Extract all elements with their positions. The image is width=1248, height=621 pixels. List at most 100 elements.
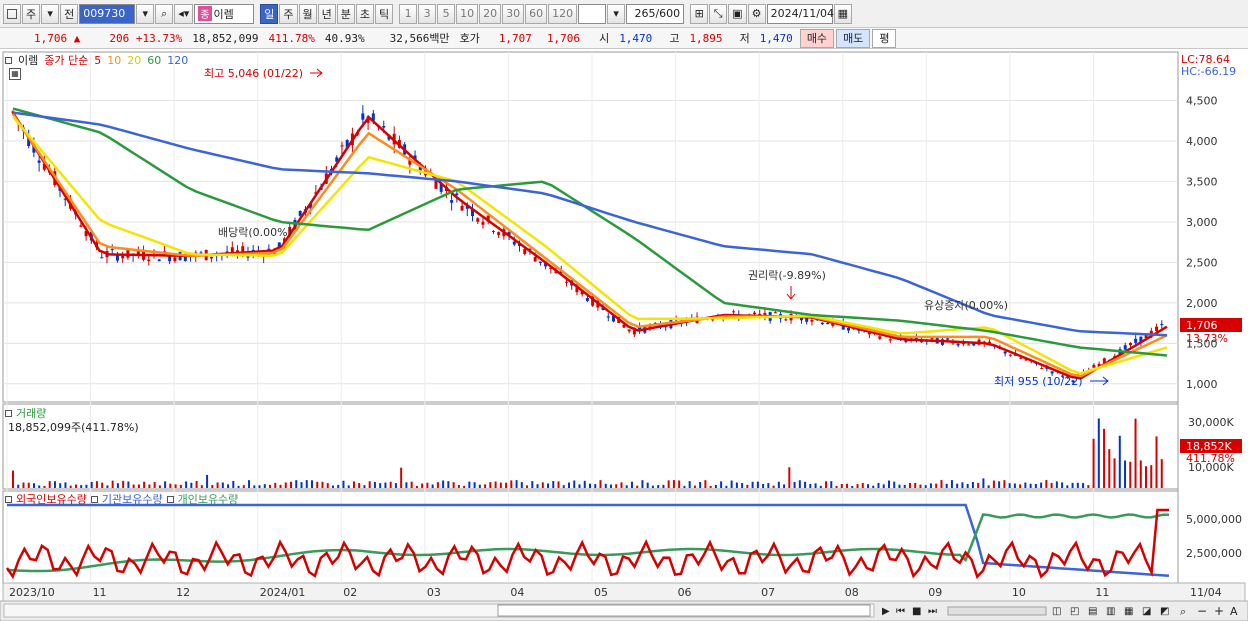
- interval-30[interactable]: 30: [502, 3, 525, 24]
- period-select[interactable]: 주: [22, 3, 41, 24]
- volume-bar: [547, 483, 550, 488]
- volume-bar: [421, 483, 424, 488]
- speaker-icon[interactable]: ◂▾: [174, 3, 194, 24]
- date-input[interactable]: 2024/11/04: [766, 3, 834, 24]
- legend-inst[interactable]: 기관보유수량: [102, 491, 163, 507]
- candle-body: [460, 205, 464, 211]
- interval-120[interactable]: 120: [548, 3, 578, 24]
- flat-button[interactable]: 평: [872, 28, 897, 48]
- interval-60[interactable]: 60: [525, 3, 548, 24]
- price-tick-label: 1,000: [1186, 378, 1218, 391]
- count-field[interactable]: 265/600: [626, 3, 685, 24]
- volume-bar: [1124, 460, 1127, 488]
- zoom-reset-icon[interactable]: ◰: [1070, 606, 1079, 617]
- tab-minute[interactable]: 분: [336, 3, 355, 24]
- tab-year[interactable]: 년: [317, 3, 336, 24]
- date-tick-label: 2024/01: [260, 586, 306, 599]
- grid-toggle-icon[interactable]: ▦: [9, 68, 21, 80]
- price-chart[interactable]: 4,5004,0003,5003,0002,5002,0001,5001,000…: [0, 50, 1248, 621]
- scroll-right-icon[interactable]: ▶: [882, 606, 890, 617]
- ownership-panel-toggle-icon[interactable]: [5, 495, 12, 503]
- stop-icon[interactable]: ■: [912, 606, 921, 617]
- stock-name-field[interactable]: 종 이렘: [194, 3, 255, 24]
- stock-code-input[interactable]: 009730: [79, 3, 136, 24]
- legend-ma5[interactable]: 5: [94, 54, 101, 67]
- zoom-slider[interactable]: [947, 606, 1047, 616]
- volume-bar: [604, 483, 607, 488]
- overlay-icon[interactable]: ◪: [1142, 606, 1151, 617]
- capture-icon[interactable]: ◩: [1160, 606, 1169, 617]
- interval-10[interactable]: 10: [456, 3, 479, 24]
- volume-bar: [777, 481, 780, 488]
- volume-bar: [646, 482, 649, 488]
- tab-tick[interactable]: 틱: [375, 3, 394, 24]
- candle-type-icon[interactable]: ⊞: [690, 3, 709, 24]
- interval-5[interactable]: 5: [437, 3, 456, 24]
- save-icon[interactable]: ▣: [728, 3, 747, 24]
- window-icon[interactable]: [3, 3, 21, 24]
- zoom-fit-icon[interactable]: ◫: [1052, 606, 1061, 617]
- stock-type-badge: 종: [198, 6, 212, 21]
- candle-body: [37, 160, 41, 163]
- layout-icon[interactable]: ▥: [1106, 606, 1115, 617]
- volume-bar: [95, 481, 98, 488]
- tab-second[interactable]: 초: [355, 3, 375, 24]
- legend-ma120[interactable]: 120: [167, 54, 188, 67]
- date-tick-label: 11: [93, 586, 107, 599]
- font-size-icon[interactable]: A: [1230, 605, 1238, 618]
- volume-bar: [274, 482, 277, 488]
- legend-indiv[interactable]: 개인보유수량: [178, 491, 239, 507]
- sell-button[interactable]: 매도: [836, 28, 871, 48]
- legend-foreign[interactable]: 외국인보유수량: [16, 491, 87, 507]
- zoom-in-icon[interactable]: +: [1214, 604, 1224, 618]
- volume-bar: [741, 483, 744, 488]
- interval-dropdown-icon[interactable]: ▾: [607, 3, 626, 24]
- tab-month[interactable]: 월: [298, 3, 317, 24]
- volume-bar: [510, 480, 513, 488]
- panel-toggle-icon[interactable]: [5, 56, 12, 64]
- volume-bar: [400, 467, 403, 488]
- volume-bar: [153, 482, 156, 488]
- volume-bar: [788, 467, 791, 488]
- interval-3[interactable]: 3: [418, 3, 437, 24]
- zoom-out-icon[interactable]: −: [1197, 604, 1207, 618]
- grid-icon[interactable]: ▦: [1124, 606, 1133, 617]
- prev-button[interactable]: 전: [60, 3, 79, 24]
- volume-bar: [872, 485, 875, 488]
- buy-button[interactable]: 매수: [799, 28, 835, 48]
- interval-1[interactable]: 1: [399, 3, 418, 24]
- volume-bar: [69, 485, 72, 488]
- draw-tool-icon[interactable]: ⤡: [709, 3, 728, 24]
- price-tick-label: 3,000: [1186, 216, 1218, 229]
- interval-custom-input[interactable]: [578, 3, 607, 24]
- legend-ma60[interactable]: 60: [147, 54, 161, 67]
- zoom-area-icon[interactable]: ▤: [1088, 606, 1097, 617]
- volume-bar: [1013, 483, 1016, 488]
- legend-ma20[interactable]: 20: [127, 54, 141, 67]
- candle-body: [533, 257, 537, 262]
- volume-bar: [589, 483, 591, 488]
- calendar-icon[interactable]: ▦: [833, 3, 852, 24]
- volume-bar: [1034, 483, 1037, 488]
- inst-toggle-icon[interactable]: [90, 495, 98, 503]
- tab-day[interactable]: 일: [260, 3, 279, 24]
- scroll-first-icon[interactable]: ⏮: [896, 606, 905, 617]
- indiv-toggle-icon[interactable]: [166, 495, 174, 503]
- settings-gear-icon[interactable]: ⚙: [747, 3, 766, 24]
- scroll-last-icon[interactable]: ⏭: [928, 606, 937, 617]
- volume-bar: [735, 482, 738, 488]
- interval-20[interactable]: 20: [479, 3, 502, 24]
- tab-week[interactable]: 주: [279, 3, 298, 24]
- code-dropdown-icon[interactable]: ▾: [136, 3, 155, 24]
- legend-ma10[interactable]: 10: [107, 54, 121, 67]
- scrollbar-thumb[interactable]: [497, 604, 871, 617]
- volume-bar: [877, 482, 880, 488]
- volume-bar: [179, 484, 182, 488]
- search-icon[interactable]: ⌕: [155, 3, 174, 24]
- dropdown-arrow-icon[interactable]: ▾: [41, 3, 60, 24]
- volume-panel-toggle-icon[interactable]: [5, 409, 12, 417]
- candle-body: [1008, 354, 1012, 356]
- volume-bar: [59, 483, 62, 488]
- magnify-icon[interactable]: ⌕: [1180, 605, 1186, 618]
- volume-bar: [127, 481, 130, 488]
